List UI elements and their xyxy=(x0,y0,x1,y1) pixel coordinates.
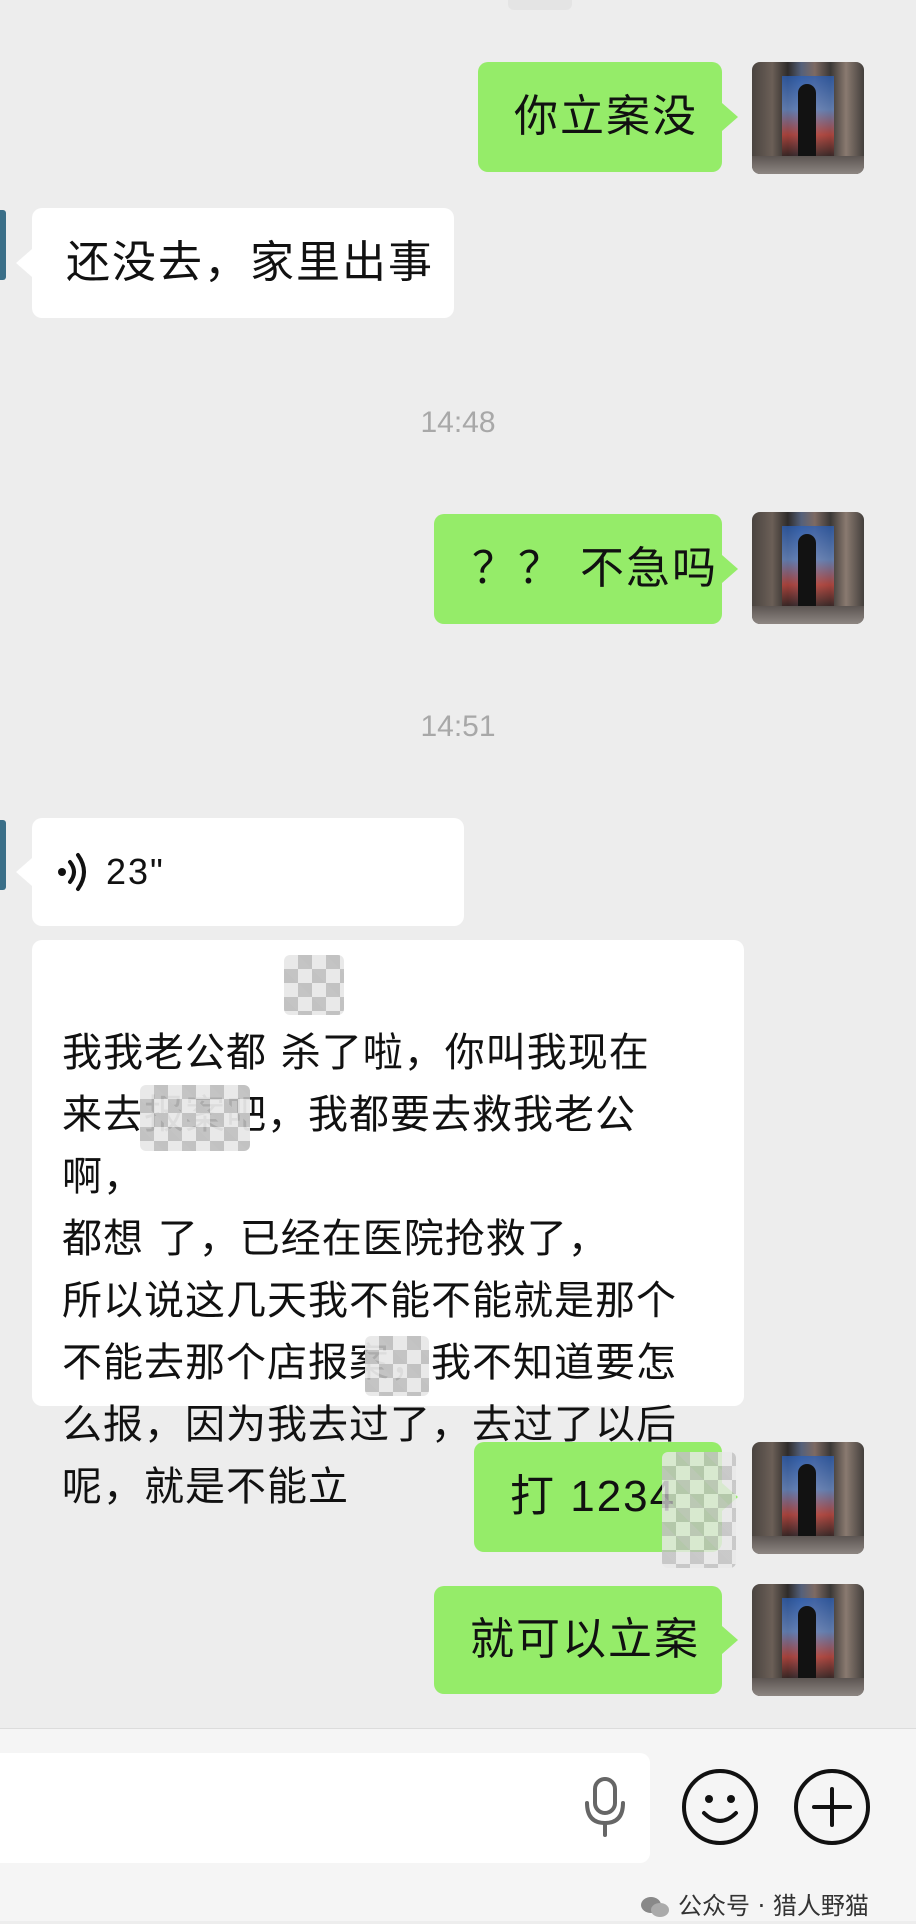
top-edge-fragment xyxy=(508,0,572,10)
self-avatar[interactable] xyxy=(752,512,864,624)
self-avatar[interactable] xyxy=(752,62,864,174)
message-text: 就可以立案 xyxy=(470,1614,700,1665)
plus-icon[interactable] xyxy=(794,1769,870,1845)
message-text: 打 1234 xyxy=(510,1472,677,1521)
message-text: ？？ 不急吗 xyxy=(472,543,718,594)
voice-wave-icon xyxy=(56,852,92,892)
voice-message-bubble[interactable]: 23" xyxy=(16,818,464,926)
other-avatar-edge[interactable] xyxy=(0,820,6,890)
redaction-blur xyxy=(284,955,344,1015)
message-text: 你立案没 xyxy=(514,91,698,142)
chat-area: 你立案没 还没去，家里出事 14:48 ？？ 不急吗 14:51 23" 我我老… xyxy=(0,0,916,1728)
self-message-bubble[interactable]: 你立案没 xyxy=(478,62,738,172)
self-avatar[interactable] xyxy=(752,1442,864,1554)
microphone-icon[interactable] xyxy=(580,1775,630,1841)
timestamp: 14:48 xyxy=(420,406,496,439)
self-avatar[interactable] xyxy=(752,1584,864,1696)
redaction-blur xyxy=(140,1085,250,1151)
watermark: 公众号 · 猎人野猫 xyxy=(640,1886,869,1921)
other-avatar-edge[interactable] xyxy=(0,210,6,280)
smiley-icon[interactable] xyxy=(682,1769,758,1845)
wechat-official-account-icon xyxy=(640,1896,670,1918)
timestamp: 14:51 xyxy=(420,710,496,743)
self-message-bubble[interactable]: 就可以立案 xyxy=(434,1586,738,1694)
self-message-bubble[interactable]: ？？ 不急吗 xyxy=(434,514,738,624)
watermark-label: 公众号 · 猎人野猫 xyxy=(678,1892,869,1920)
message-text: 还没去，家里出事 xyxy=(66,237,434,288)
redaction-blur xyxy=(662,1452,736,1568)
message-input[interactable] xyxy=(0,1753,650,1863)
voice-duration: 23" xyxy=(106,851,165,892)
other-message-bubble[interactable]: 还没去，家里出事 xyxy=(16,208,454,318)
redaction-blur xyxy=(365,1336,429,1396)
